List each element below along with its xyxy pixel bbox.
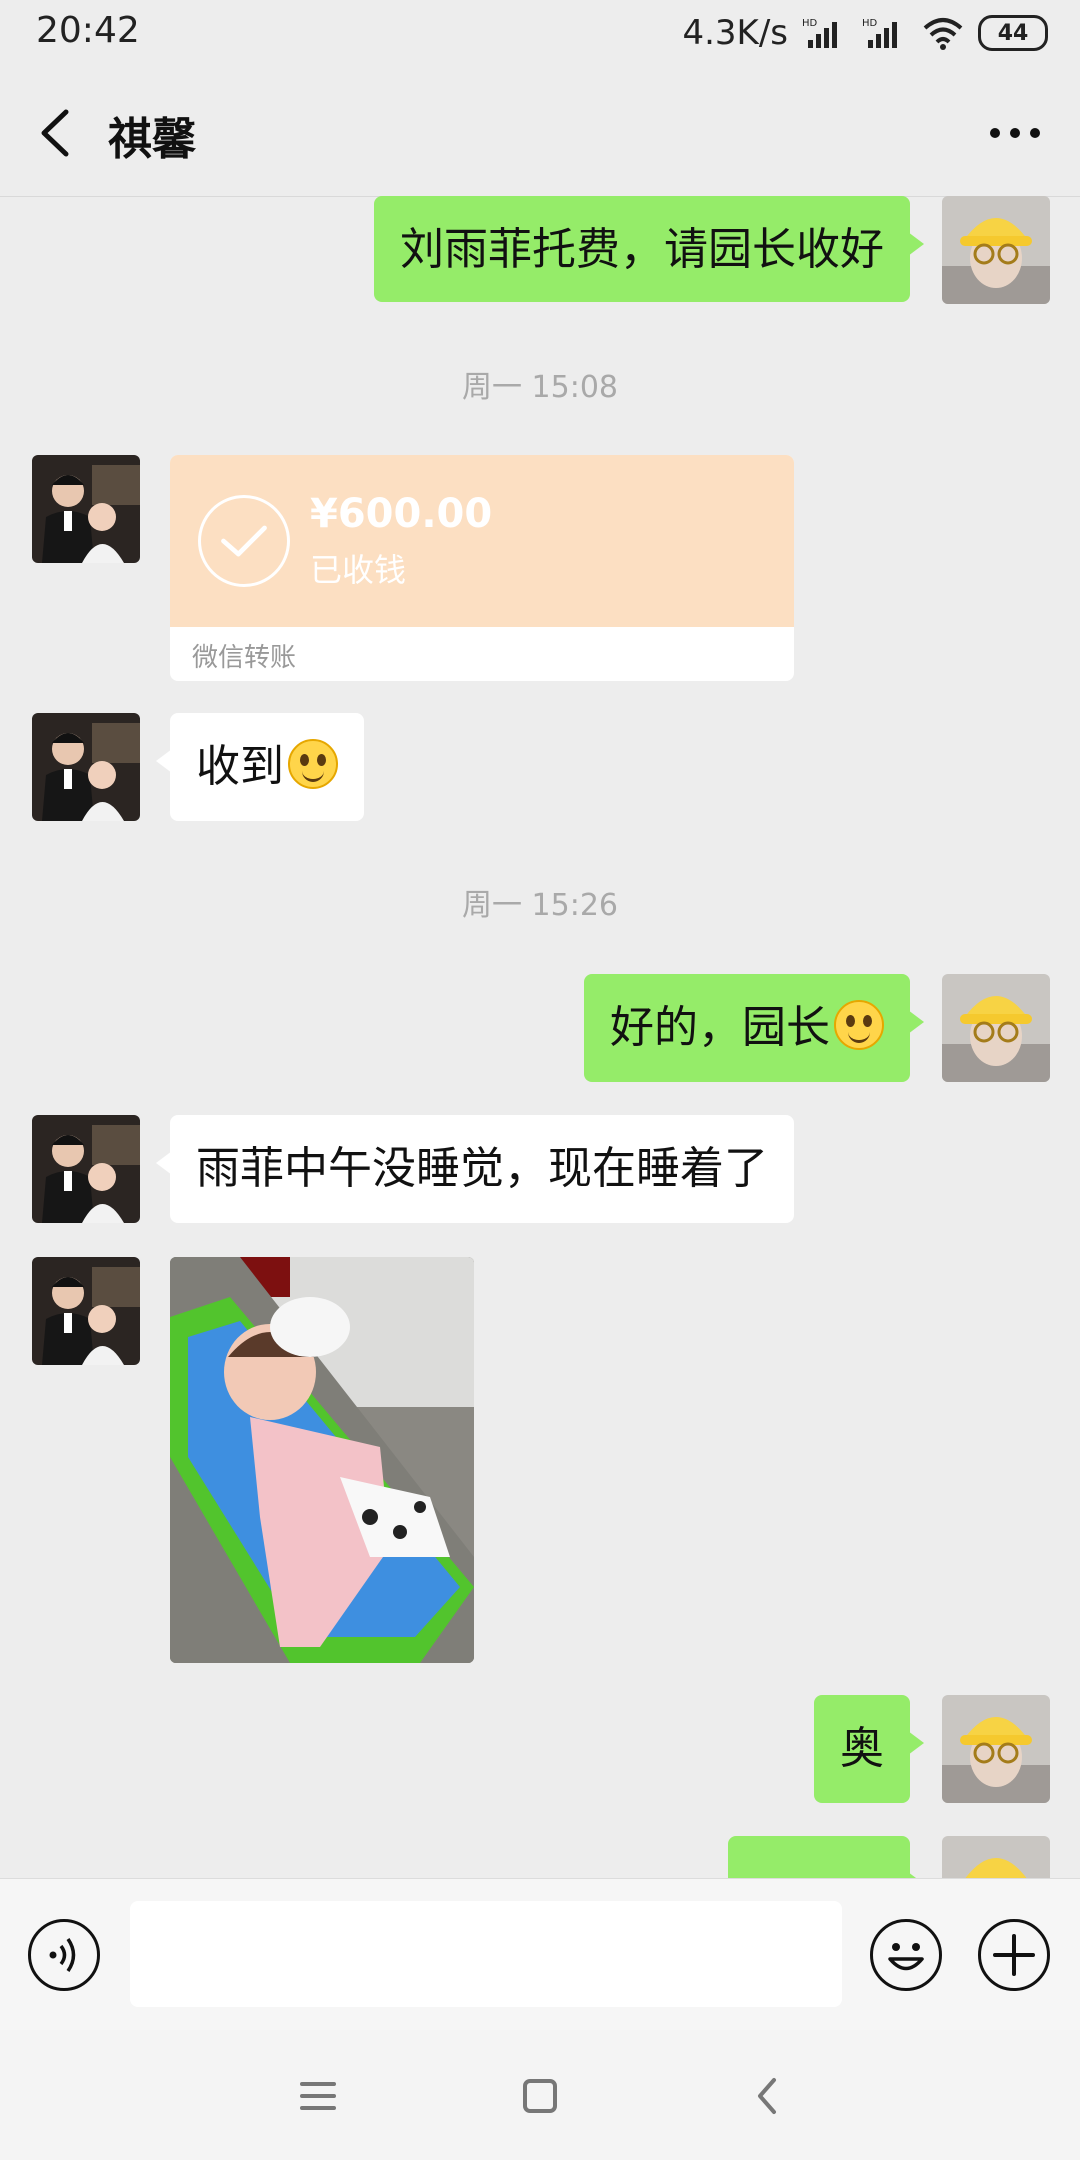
wifi-icon — [923, 18, 963, 50]
status-bar: 20:42 4.3K/s HD HD 44 — [0, 0, 1080, 70]
plus-icon[interactable] — [978, 1919, 1050, 1991]
my-avatar[interactable] — [942, 1695, 1050, 1803]
image-message[interactable] — [170, 1257, 474, 1663]
message-timestamp: 周一 15:26 — [462, 888, 618, 923]
network-speed: 4.3K/s — [682, 13, 788, 53]
chat-title: 祺馨 — [108, 114, 196, 165]
my-message-bubble[interactable]: 刘雨菲托费，请园长收好 — [374, 196, 924, 302]
transfer-card[interactable]: ¥600.00 已收钱 微信转账 — [170, 455, 794, 681]
status-time: 20:42 — [36, 10, 140, 51]
transfer-status: 已收钱 — [310, 551, 407, 589]
my-message-bubble-partial[interactable] — [728, 1836, 924, 1878]
transfer-label: 微信转账 — [192, 643, 297, 673]
more-dots-icon[interactable] — [980, 100, 1050, 166]
home-square-icon[interactable] — [510, 2068, 570, 2124]
message-text: 收到 — [196, 741, 284, 792]
message-text: 奥 — [840, 1723, 884, 1774]
message-timestamp: 周一 15:08 — [462, 370, 618, 405]
hd-signal-icon: HD — [862, 18, 897, 48]
chat-header: 祺馨 — [0, 70, 1080, 197]
my-message-bubble[interactable]: 好的，园长 — [584, 974, 924, 1082]
hd-signal-icon: HD — [802, 18, 837, 48]
voice-icon[interactable] — [28, 1919, 100, 1991]
message-text: 雨菲中午没睡觉，现在睡着了 — [196, 1143, 768, 1194]
contact-avatar[interactable] — [32, 713, 140, 821]
message-input[interactable] — [130, 1901, 842, 2007]
chevron-left-icon[interactable] — [30, 100, 90, 166]
contact-avatar[interactable] — [32, 1257, 140, 1365]
svg-text:HD: HD — [802, 18, 818, 29]
my-message-bubble[interactable]: 奥 — [814, 1695, 924, 1803]
check-circle-icon — [198, 495, 290, 587]
status-icons: 4.3K/s HD HD 44 — [682, 8, 1048, 58]
message-text: 刘雨菲托费，请园长收好 — [400, 224, 884, 275]
message-list[interactable]: 刘雨菲托费，请园长收好 周一 15:08 ¥600.00 已收钱 微信转账 收到… — [0, 196, 1080, 1878]
smile-emoji-icon — [288, 739, 338, 789]
my-avatar[interactable] — [942, 196, 1050, 304]
system-nav-bar — [0, 2030, 1080, 2160]
menu-icon[interactable] — [288, 2068, 348, 2124]
transfer-amount: ¥600.00 — [310, 491, 493, 537]
emoji-face-icon[interactable] — [870, 1919, 942, 1991]
my-avatar[interactable] — [942, 1836, 1050, 1878]
smile-emoji-icon — [834, 1000, 884, 1050]
contact-message-bubble[interactable]: 收到 — [156, 713, 364, 821]
input-bar — [0, 1878, 1080, 2031]
svg-text:HD: HD — [862, 18, 878, 29]
my-avatar[interactable] — [942, 974, 1050, 1082]
contact-message-bubble[interactable]: 雨菲中午没睡觉，现在睡着了 — [156, 1115, 794, 1223]
contact-avatar[interactable] — [32, 455, 140, 563]
battery-icon: 44 — [978, 15, 1048, 51]
message-text: 好的，园长 — [610, 1002, 830, 1053]
contact-avatar[interactable] — [32, 1115, 140, 1223]
back-triangle-icon[interactable] — [738, 2068, 798, 2124]
